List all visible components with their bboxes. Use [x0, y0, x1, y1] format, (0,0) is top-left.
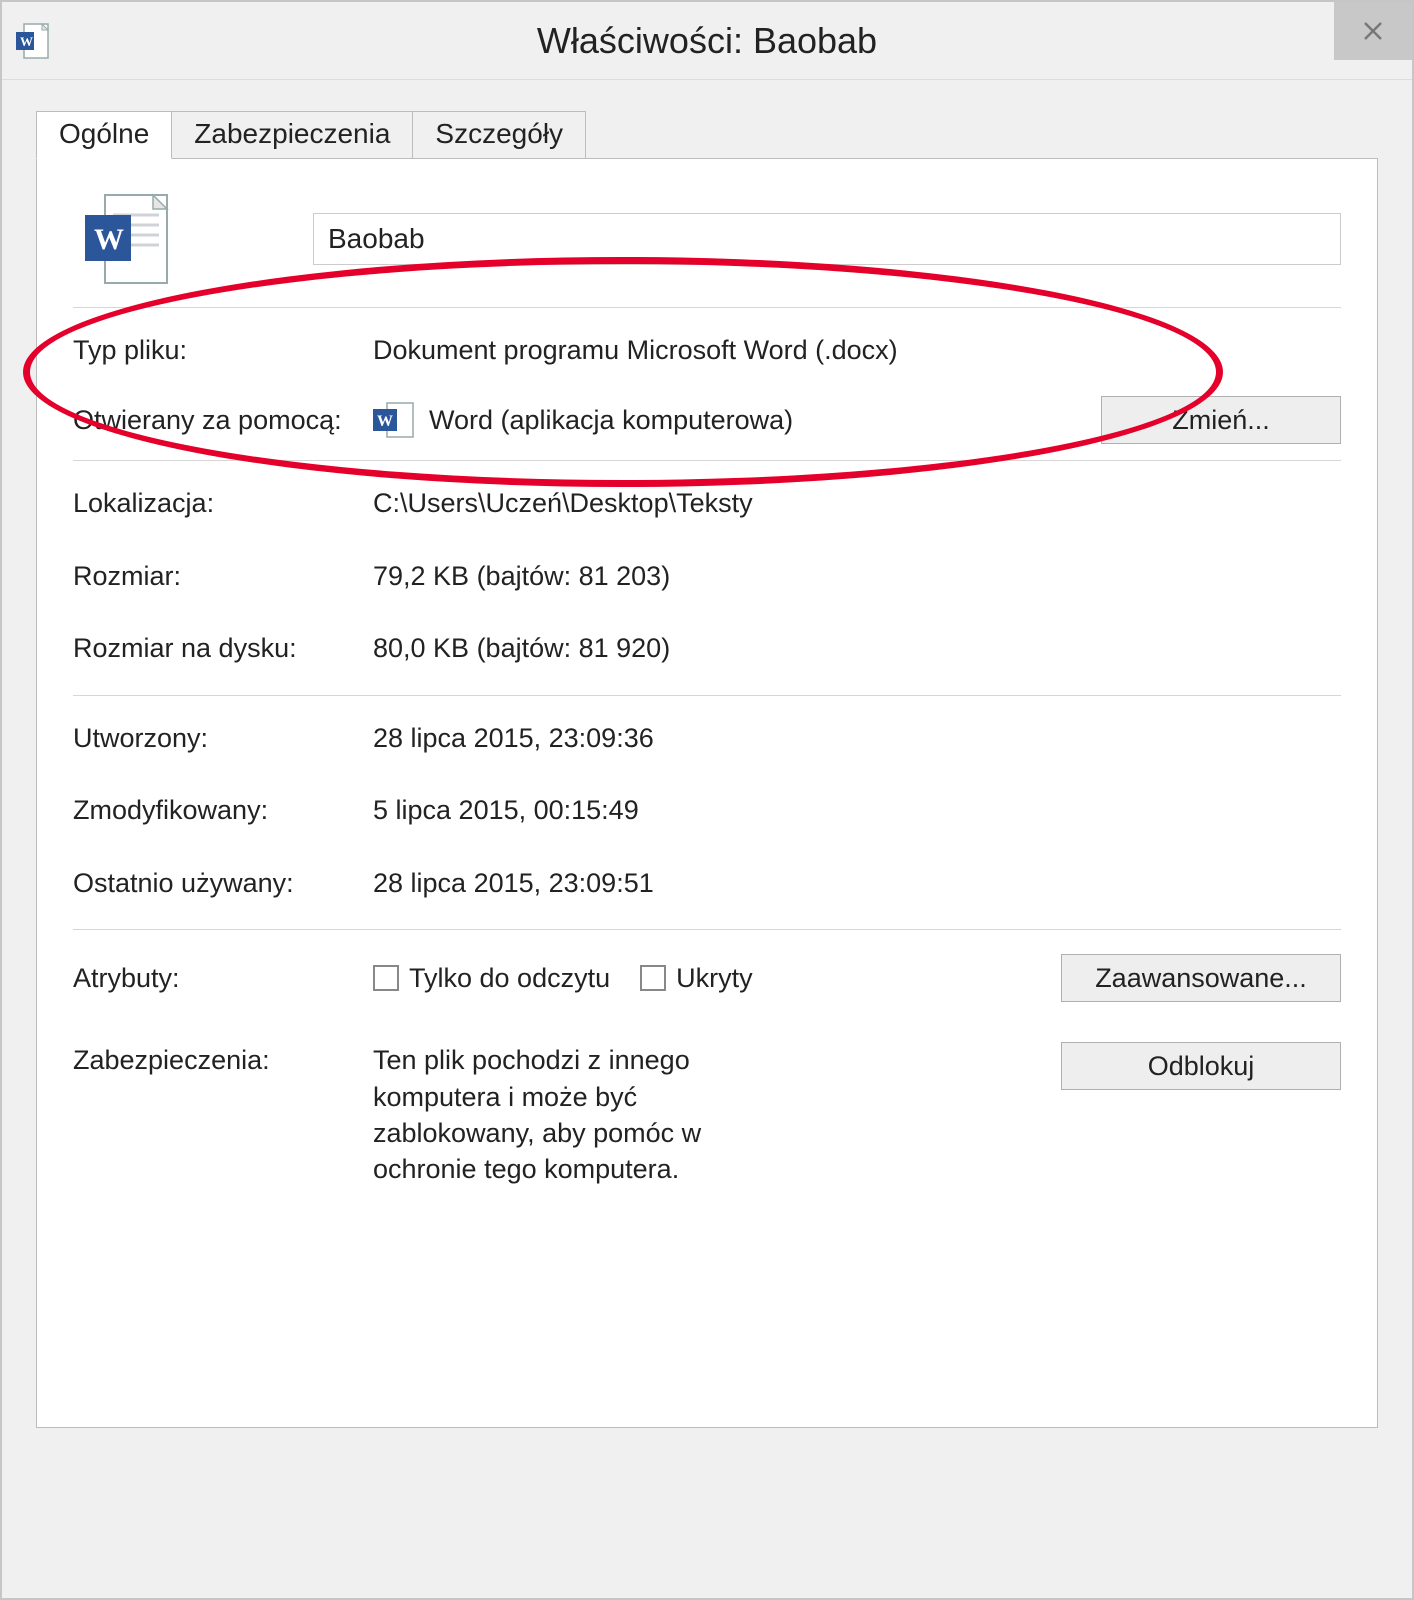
- file-type-label: Typ pliku:: [73, 332, 373, 368]
- row-location: Lokalizacja: C:\Users\Uczeń\Desktop\Teks…: [73, 485, 1341, 521]
- separator: [73, 929, 1341, 930]
- file-header: W Baobab: [73, 189, 1341, 289]
- row-accessed: Ostatnio używany: 28 lipca 2015, 23:09:5…: [73, 865, 1341, 901]
- file-type-value: Dokument programu Microsoft Word (.docx): [373, 332, 1341, 368]
- filename-text: Baobab: [328, 223, 425, 255]
- change-button[interactable]: Zmień...: [1101, 396, 1341, 444]
- tabs: Ogólne Zabezpieczenia Szczegóły: [36, 110, 1378, 158]
- separator: [73, 695, 1341, 696]
- created-label: Utworzony:: [73, 720, 373, 756]
- security-text: Ten plik pochodzi z innego komputera i m…: [373, 1042, 793, 1188]
- tab-security[interactable]: Zabezpieczenia: [171, 111, 413, 159]
- modified-value: 5 lipca 2015, 00:15:49: [373, 792, 1341, 828]
- close-button[interactable]: [1334, 2, 1412, 60]
- properties-dialog: W Właściwości: Baobab Ogólne Zabezpiecze…: [0, 0, 1414, 1600]
- tab-general[interactable]: Ogólne: [36, 111, 172, 159]
- hidden-label: Ukryty: [676, 960, 753, 996]
- annotation-ellipse: [23, 257, 1223, 487]
- readonly-checkbox[interactable]: Tylko do odczytu: [373, 960, 610, 996]
- hidden-checkbox[interactable]: Ukryty: [640, 960, 753, 996]
- word-app-icon: W: [373, 399, 415, 441]
- accessed-value: 28 lipca 2015, 23:09:51: [373, 865, 1341, 901]
- size-on-disk-label: Rozmiar na dysku:: [73, 630, 373, 666]
- size-value: 79,2 KB (bajtów: 81 203): [373, 558, 1341, 594]
- location-label: Lokalizacja:: [73, 485, 373, 521]
- opens-with-label: Otwierany za pomocą:: [73, 402, 373, 438]
- size-on-disk-value: 80,0 KB (bajtów: 81 920): [373, 630, 1341, 666]
- general-panel: W Baobab Typ pliku: Dokument programu Mi…: [36, 158, 1378, 1428]
- row-file-type: Typ pliku: Dokument programu Microsoft W…: [73, 332, 1341, 368]
- size-label: Rozmiar:: [73, 558, 373, 594]
- svg-text:W: W: [377, 413, 393, 430]
- created-value: 28 lipca 2015, 23:09:36: [373, 720, 1341, 756]
- window-title: Właściwości: Baobab: [537, 20, 877, 62]
- checkbox-box-icon: [373, 965, 399, 991]
- opens-with-value: Word (aplikacja komputerowa): [429, 402, 793, 438]
- row-security: Zabezpieczenia: Ten plik pochodzi z inne…: [73, 1042, 1341, 1188]
- word-document-icon: W: [83, 189, 173, 289]
- close-icon: [1361, 19, 1385, 43]
- svg-text:W: W: [94, 223, 124, 256]
- advanced-button[interactable]: Zaawansowane...: [1061, 954, 1341, 1002]
- separator: [73, 307, 1341, 308]
- readonly-label: Tylko do odczytu: [409, 960, 610, 996]
- separator: [73, 460, 1341, 461]
- security-label: Zabezpieczenia:: [73, 1042, 373, 1078]
- accessed-label: Ostatnio używany:: [73, 865, 373, 901]
- row-modified: Zmodyfikowany: 5 lipca 2015, 00:15:49: [73, 792, 1341, 828]
- svg-text:W: W: [20, 34, 33, 49]
- location-value: C:\Users\Uczeń\Desktop\Teksty: [373, 485, 1341, 521]
- modified-label: Zmodyfikowany:: [73, 792, 373, 828]
- checkbox-box-icon: [640, 965, 666, 991]
- unblock-button[interactable]: Odblokuj: [1061, 1042, 1341, 1090]
- row-created: Utworzony: 28 lipca 2015, 23:09:36: [73, 720, 1341, 756]
- app-icon: W: [16, 22, 50, 60]
- row-attributes: Atrybuty: Tylko do odczytu Ukryty Zaawan…: [73, 954, 1341, 1002]
- tab-details[interactable]: Szczegóły: [412, 111, 586, 159]
- dialog-content: Ogólne Zabezpieczenia Szczegóły: [2, 80, 1412, 1428]
- row-opens-with: Otwierany za pomocą: W Word (aplikacja k…: [73, 396, 1341, 444]
- row-size-on-disk: Rozmiar na dysku: 80,0 KB (bajtów: 81 92…: [73, 630, 1341, 666]
- row-size: Rozmiar: 79,2 KB (bajtów: 81 203): [73, 558, 1341, 594]
- titlebar: W Właściwości: Baobab: [2, 2, 1412, 80]
- attributes-label: Atrybuty:: [73, 960, 373, 996]
- filename-input[interactable]: Baobab: [313, 213, 1341, 265]
